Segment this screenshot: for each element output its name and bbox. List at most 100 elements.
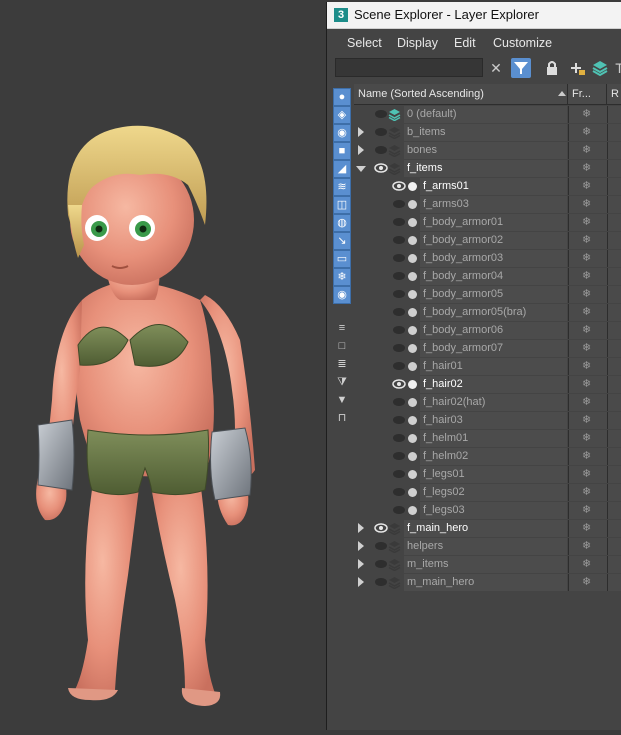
hidden-eye-icon[interactable] <box>374 558 388 570</box>
object-row[interactable]: f_legs01 ❄ <box>354 466 621 484</box>
row-label[interactable]: f_body_armor05 <box>420 286 503 303</box>
hidden-eye-icon[interactable] <box>392 306 406 318</box>
render-cell[interactable] <box>607 286 621 303</box>
object-row[interactable]: f_hair03 ❄ <box>354 412 621 430</box>
object-row[interactable]: f_body_armor04 ❄ <box>354 268 621 286</box>
list2-icon[interactable]: ≣ <box>333 356 351 374</box>
render-cell[interactable] <box>607 106 621 123</box>
row-label[interactable]: f_helm01 <box>420 430 468 447</box>
row-label[interactable]: f_body_armor02 <box>420 232 503 249</box>
render-cell[interactable] <box>607 232 621 249</box>
row-label[interactable]: f_hair03 <box>420 412 463 429</box>
object-row[interactable]: f_hair02 ❄ <box>354 376 621 394</box>
circle-icon[interactable]: ● <box>333 88 351 106</box>
filter-icon[interactable]: ▼ <box>333 392 351 410</box>
object-row[interactable]: f_body_armor05 ❄ <box>354 286 621 304</box>
row-label[interactable]: m_items <box>404 556 449 573</box>
render-cell[interactable] <box>607 304 621 321</box>
row-label[interactable]: f_helm02 <box>420 448 468 465</box>
render-cell[interactable] <box>607 538 621 555</box>
render-cell[interactable] <box>607 556 621 573</box>
layer-row[interactable]: f_main_hero ❄ <box>354 520 621 538</box>
freeze-icon[interactable]: ❄ <box>582 216 591 229</box>
hidden-eye-icon[interactable] <box>374 144 388 156</box>
layer-row[interactable]: b_items ❄ <box>354 124 621 142</box>
row-label[interactable]: f_items <box>404 160 442 177</box>
column-name-header[interactable]: Name (Sorted Ascending) <box>354 84 568 104</box>
freeze-icon[interactable]: ❄ <box>582 540 591 553</box>
frozen-icon[interactable]: ❄ <box>333 268 351 286</box>
render-cell[interactable] <box>607 124 621 141</box>
camera-icon[interactable]: ■ <box>333 142 351 160</box>
hidden-eye-icon[interactable] <box>392 252 406 264</box>
hidden-eye-icon[interactable] <box>392 234 406 246</box>
column-render-header[interactable]: R <box>607 84 621 104</box>
freeze-icon[interactable]: ❄ <box>582 432 591 445</box>
freeze-icon[interactable]: ❄ <box>582 234 591 247</box>
render-cell[interactable] <box>607 268 621 285</box>
row-label[interactable]: f_arms01 <box>420 178 469 195</box>
render-cell[interactable] <box>607 178 621 195</box>
render-cell[interactable] <box>607 340 621 357</box>
hidden-eye-icon[interactable] <box>374 126 388 138</box>
row-label[interactable]: f_body_armor01 <box>420 214 503 231</box>
layer-row[interactable]: bones ❄ <box>354 142 621 160</box>
container-icon[interactable]: ▭ <box>333 250 351 268</box>
row-label[interactable]: f_hair02 <box>420 376 463 393</box>
hidden-eye-icon[interactable] <box>374 540 388 552</box>
hidden-icon[interactable]: ◉ <box>333 286 351 304</box>
hidden-eye-icon[interactable] <box>374 576 388 588</box>
row-label[interactable]: f_body_armor06 <box>420 322 503 339</box>
title-bar[interactable]: 3 Scene Explorer - Layer Explorer <box>327 2 621 29</box>
layer-row[interactable]: helpers ❄ <box>354 538 621 556</box>
expand-arrow-icon[interactable] <box>358 559 364 569</box>
render-cell[interactable] <box>607 412 621 429</box>
bone-icon[interactable]: ↘ <box>333 232 351 250</box>
menu-edit[interactable]: Edit <box>454 36 476 50</box>
render-cell[interactable] <box>607 394 621 411</box>
render-cell[interactable] <box>607 574 621 591</box>
hidden-eye-icon[interactable] <box>392 414 406 426</box>
freeze-icon[interactable]: ❄ <box>582 576 591 589</box>
row-label[interactable]: 0 (default) <box>404 106 457 123</box>
filter-icon[interactable] <box>511 58 531 78</box>
row-label[interactable]: f_body_armor05(bra) <box>420 304 526 321</box>
blank-icon[interactable]: □ <box>333 338 351 356</box>
freeze-icon[interactable]: ❄ <box>582 306 591 319</box>
row-label[interactable]: m_main_hero <box>404 574 474 591</box>
layers-icon[interactable] <box>590 58 610 78</box>
freeze-icon[interactable]: ❄ <box>582 198 591 211</box>
render-cell[interactable] <box>607 430 621 447</box>
object-row[interactable]: f_hair01 ❄ <box>354 358 621 376</box>
light-icon[interactable]: ◉ <box>333 124 351 142</box>
freeze-icon[interactable]: ❄ <box>582 270 591 283</box>
row-label[interactable]: f_hair02(hat) <box>420 394 485 411</box>
object-row[interactable]: f_arms01 ❄ <box>354 178 621 196</box>
freeze-icon[interactable]: ❄ <box>582 162 591 175</box>
visible-eye-icon[interactable] <box>374 522 388 534</box>
render-cell[interactable] <box>607 448 621 465</box>
object-row[interactable]: f_body_armor01 ❄ <box>354 214 621 232</box>
render-cell[interactable] <box>607 484 621 501</box>
visible-eye-icon[interactable] <box>374 162 388 174</box>
helper-icon[interactable]: ◢ <box>333 160 351 178</box>
hidden-eye-icon[interactable] <box>392 342 406 354</box>
row-label[interactable]: helpers <box>404 538 443 555</box>
freeze-icon[interactable]: ❄ <box>582 468 591 481</box>
render-cell[interactable] <box>607 466 621 483</box>
hidden-eye-icon[interactable] <box>392 198 406 210</box>
selection-set-icon[interactable]: ⊓ <box>333 410 351 428</box>
layer-row[interactable]: f_items ❄ <box>354 160 621 178</box>
render-cell[interactable] <box>607 502 621 519</box>
object-row[interactable]: f_hair02(hat) ❄ <box>354 394 621 412</box>
hidden-eye-icon[interactable] <box>392 486 406 498</box>
freeze-icon[interactable]: ❄ <box>582 414 591 427</box>
object-row[interactable]: f_body_armor02 ❄ <box>354 232 621 250</box>
hidden-eye-icon[interactable] <box>392 360 406 372</box>
row-label[interactable]: f_hair01 <box>420 358 463 375</box>
render-cell[interactable] <box>607 322 621 339</box>
hidden-eye-icon[interactable] <box>392 432 406 444</box>
freeze-icon[interactable]: ❄ <box>582 342 591 355</box>
visible-eye-icon[interactable] <box>392 180 406 192</box>
search-input[interactable] <box>335 58 483 77</box>
